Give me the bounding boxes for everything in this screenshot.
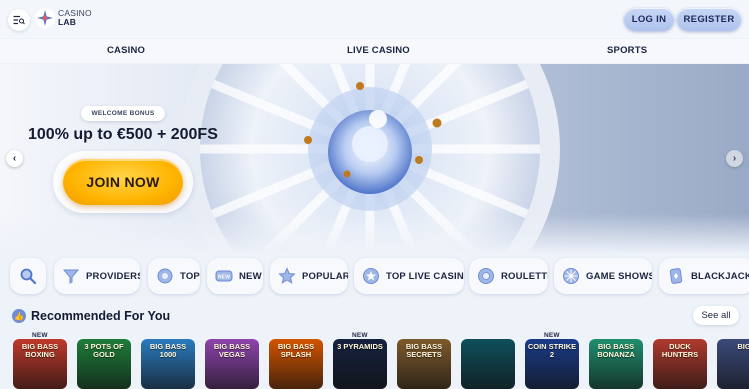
game-title: COIN STRIKE 2 xyxy=(527,342,577,359)
category-bar: PROVIDERS TOP NEW NEW POPULAR TOP LIVE C… xyxy=(0,258,749,294)
game-title: BIG BASS SECRETS xyxy=(405,342,443,359)
game-tile[interactable]: 3 PYRAMIDS xyxy=(333,339,387,389)
game-tile[interactable] xyxy=(461,339,515,389)
new-badge: NEW xyxy=(544,332,560,339)
banner-next-button[interactable]: › xyxy=(726,150,743,167)
banner-headline: 100% up to €500 + 200FS xyxy=(28,126,218,143)
game-tile[interactable]: BIG BASS SPLASH xyxy=(269,339,323,389)
category-label: PROVIDERS xyxy=(86,270,140,282)
category-label: GAME SHOWS xyxy=(586,270,652,282)
category-providers[interactable]: PROVIDERS xyxy=(54,258,140,294)
register-button[interactable]: REGISTER xyxy=(677,8,741,31)
category-label: TOP xyxy=(180,270,200,282)
chevron-right-icon: › xyxy=(732,153,737,164)
game-tile[interactable]: BIG BASS BOXING xyxy=(13,339,67,389)
chevron-left-icon: ‹ xyxy=(12,153,17,164)
game-shows-icon xyxy=(563,268,579,284)
welcome-bonus-tag: WELCOME BONUS xyxy=(81,106,165,121)
banner-prev-button[interactable]: ‹ xyxy=(6,150,23,167)
new-badge: NEW xyxy=(352,332,368,339)
game-title: BIG BASS 1000 xyxy=(149,342,187,359)
join-now-button[interactable]: JOIN NOW xyxy=(63,159,183,205)
see-all-button[interactable]: See all xyxy=(693,306,739,325)
thumbs-up-icon: 👍 xyxy=(12,309,26,323)
game-tile[interactable]: BIG BASS SECRETS xyxy=(397,339,451,389)
hamburger-icon xyxy=(13,15,25,25)
game-tile[interactable]: BIG xyxy=(717,339,749,389)
category-game-shows[interactable]: GAME SHOWS xyxy=(554,258,652,294)
game-title: 3 PYRAMIDS xyxy=(337,342,383,351)
svg-text:NEW: NEW xyxy=(218,275,230,281)
live-casino-icon xyxy=(363,268,379,284)
nav-casino[interactable]: CASINO xyxy=(107,45,145,56)
nav-sports[interactable]: SPORTS xyxy=(607,45,647,56)
game-title: BIG BASS BONANZA xyxy=(597,342,635,359)
star-icon xyxy=(278,267,296,284)
recommended-heading: 👍 Recommended For You xyxy=(12,309,170,323)
game-title: BIG BASS VEGAS xyxy=(213,342,251,359)
login-button[interactable]: LOG IN xyxy=(624,8,674,31)
category-label: POPULAR xyxy=(302,270,348,282)
menu-search-icon[interactable] xyxy=(8,9,30,31)
category-search-button[interactable] xyxy=(10,258,46,294)
providers-icon xyxy=(62,269,80,284)
casino-lab-logo[interactable]: CASINO LAB xyxy=(34,7,92,29)
game-tile[interactable]: COIN STRIKE 2 xyxy=(525,339,579,389)
search-icon xyxy=(20,268,37,285)
game-title: BIG xyxy=(737,342,749,351)
game-tile[interactable]: DUCK HUNTERS xyxy=(653,339,707,389)
top-header: CASINO LAB LOG IN REGISTER xyxy=(0,0,749,38)
top-icon xyxy=(157,268,173,284)
game-tile[interactable]: BIG BASS VEGAS xyxy=(205,339,259,389)
logo-line-2: LAB xyxy=(58,17,77,27)
category-label: BLACKJACK xyxy=(691,270,749,282)
recommended-title: Recommended For You xyxy=(31,309,171,323)
main-nav: CASINO LIVE CASINO SPORTS xyxy=(0,39,749,63)
game-title: BIG BASS SPLASH xyxy=(277,342,315,359)
category-top-live-casino[interactable]: TOP LIVE CASINO xyxy=(354,258,464,294)
roulette-icon xyxy=(478,268,494,284)
game-title: 3 POTS OF GOLD xyxy=(84,342,124,359)
category-label: ROULETTE xyxy=(501,270,548,282)
category-label: NEW xyxy=(239,270,262,282)
nav-live-casino[interactable]: LIVE CASINO xyxy=(347,45,410,56)
blackjack-icon xyxy=(669,268,683,284)
category-label: TOP LIVE CASINO xyxy=(386,270,464,282)
game-title: BIG BASS BOXING xyxy=(21,342,59,359)
game-tile[interactable]: BIG BASS BONANZA xyxy=(589,339,643,389)
new-icon: NEW xyxy=(215,270,233,282)
game-tile[interactable]: BIG BASS 1000 xyxy=(141,339,195,389)
category-roulette[interactable]: ROULETTE xyxy=(469,258,548,294)
category-popular[interactable]: POPULAR xyxy=(270,258,348,294)
category-top[interactable]: TOP xyxy=(148,258,200,294)
category-new[interactable]: NEW NEW xyxy=(207,258,263,294)
game-tile[interactable]: 3 POTS OF GOLD xyxy=(77,339,131,389)
game-title: DUCK HUNTERS xyxy=(661,342,699,359)
logo-star-icon xyxy=(35,8,55,28)
category-blackjack[interactable]: BLACKJACK xyxy=(659,258,749,294)
new-badge: NEW xyxy=(32,332,48,339)
